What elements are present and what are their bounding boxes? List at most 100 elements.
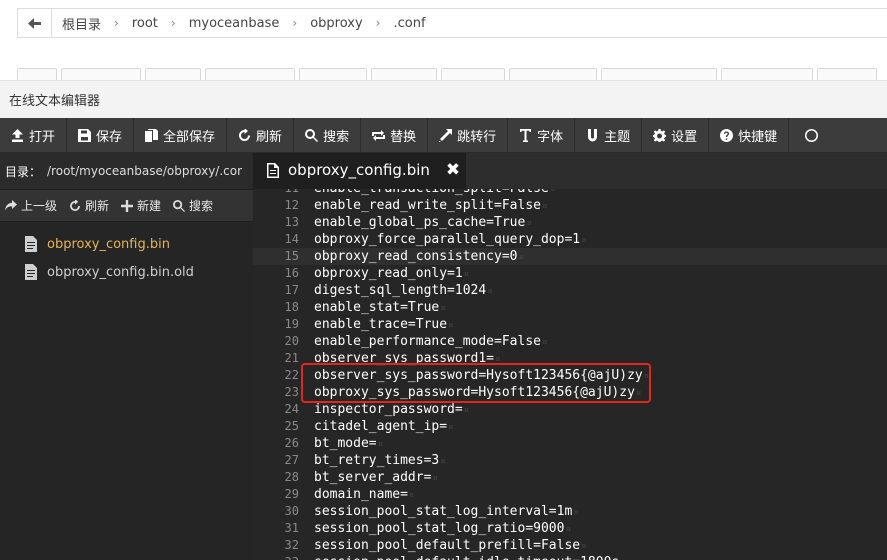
code-line[interactable]: 18 enable_stat=True¤	[253, 299, 887, 316]
file-item-obproxy-config-bin-old[interactable]: obproxy_config.bin.old	[0, 258, 253, 286]
breadcrumb-item-root[interactable]: root	[130, 16, 160, 31]
code-line[interactable]: 31 session_pool_stat_log_ratio=9000¤	[253, 520, 887, 537]
code-line[interactable]: 11 enable_transaction_split=False¤	[253, 189, 887, 197]
code-line[interactable]: 26 bt_mode=¤	[253, 435, 887, 452]
code-line-text: obproxy_read_only=1	[314, 266, 463, 281]
line-number: 33	[253, 554, 299, 560]
file-name: obproxy_config.bin.old	[47, 264, 194, 280]
goto-line-button-label: 跳转行	[457, 129, 497, 145]
search-button-label: 搜索	[323, 129, 350, 145]
code-line[interactable]: 25 citadel_agent_ip=¤	[253, 418, 887, 435]
chevron-right-icon: ›	[292, 16, 298, 30]
search-icon	[173, 199, 186, 212]
code-line-text: enable_transaction_split=False	[314, 189, 549, 196]
breadcrumb-item-conf[interactable]: .conf	[391, 16, 427, 31]
file-browser-toolbar: 上一级 刷新 新建 搜索	[0, 189, 253, 222]
code-line[interactable]: 14 obproxy_force_parallel_query_dop=1¤	[253, 231, 887, 248]
editor-tab-strip: obproxy_config.bin ✖	[253, 153, 887, 189]
code-text: session_pool_default_idle_timeout=1800s¤	[314, 554, 626, 560]
end-of-line-marker: ¤	[448, 321, 454, 331]
code-line[interactable]: 20 enable_performance_mode=False¤	[253, 333, 887, 350]
goto-line-button[interactable]: 跳转行	[428, 118, 509, 152]
save-all-button[interactable]: 全部保存	[134, 118, 228, 152]
file-item-obproxy-config-bin[interactable]: obproxy_config.bin	[0, 230, 253, 258]
tab-obproxy-config-bin[interactable]: obproxy_config.bin ✖	[253, 153, 466, 189]
close-icon[interactable]: ✖	[446, 160, 460, 180]
code-line[interactable]: 16 obproxy_read_only=1¤	[253, 265, 887, 282]
end-of-line-marker: ¤	[581, 236, 587, 246]
end-of-line-marker: ¤	[377, 440, 384, 450]
info-button[interactable]	[789, 118, 829, 152]
new-file-button[interactable]: 新建	[121, 197, 161, 214]
search-icon	[305, 128, 319, 142]
breadcrumb: 根目录 › root › myoceanbase › obproxy › .co…	[52, 14, 428, 33]
end-of-line-marker: ¤	[526, 219, 532, 229]
new-file-label: 新建	[137, 199, 162, 213]
code-line-text: citadel_agent_ip=	[314, 419, 448, 434]
chevron-right-icon: ›	[170, 16, 176, 30]
gear-icon	[653, 128, 667, 142]
theme-button[interactable]: 主题	[575, 118, 643, 152]
line-number: 30	[284, 504, 299, 518]
save-button[interactable]: 保存	[67, 118, 135, 152]
end-of-line-marker: ¤	[541, 202, 548, 212]
code-line-text: domain_name=	[314, 487, 408, 502]
code-line[interactable]: 29 domain_name=¤	[253, 486, 887, 503]
line-number: 15	[284, 249, 299, 263]
end-of-line-marker: ¤	[463, 270, 470, 280]
directory-label: 目录：	[5, 164, 42, 179]
end-of-line-marker: ¤	[408, 491, 415, 501]
editor-toolbar: 打开 保存 全部保存 刷新 搜索 替换 跳转行 字体 主题 设置 快捷键	[0, 118, 887, 153]
line-number: 24	[284, 402, 299, 416]
back-button[interactable]	[18, 9, 52, 37]
shortcuts-button[interactable]: 快捷键	[709, 118, 790, 152]
code-line[interactable]: 12 enable_read_write_split=False¤	[253, 197, 887, 214]
code-line[interactable]: 27 bt_retry_times=3¤	[253, 452, 887, 469]
settings-button[interactable]: 设置	[642, 118, 710, 152]
line-number: 23	[284, 385, 299, 399]
end-of-line-marker: ¤	[448, 423, 454, 433]
code-line[interactable]: 15 obproxy_read_consistency=0¤	[253, 248, 887, 265]
file-name: obproxy_config.bin	[47, 236, 170, 252]
code-line[interactable]: 13 enable_global_ps_cache=True¤	[253, 214, 887, 231]
code-line[interactable]: 32 session_pool_default_prefill=False¤	[253, 537, 887, 554]
open-button[interactable]: 打开	[0, 118, 68, 152]
line-number: 28	[284, 470, 299, 484]
code-line[interactable]: 17 digest_sql_length=1024¤	[253, 282, 887, 299]
editor-dialog-title: 在线文本编辑器	[0, 80, 887, 118]
line-number: 26	[284, 436, 299, 450]
code-line[interactable]: 19 enable_trace=True¤	[253, 316, 887, 333]
font-button[interactable]: 字体	[508, 118, 576, 152]
line-number: 20	[284, 334, 299, 348]
end-of-line-marker: ¤	[463, 406, 470, 416]
replace-button[interactable]: 替换	[361, 118, 429, 152]
tab-title: obproxy_config.bin	[288, 161, 430, 179]
refresh-files-label: 刷新	[85, 199, 110, 213]
search-button[interactable]: 搜索	[294, 118, 362, 152]
code-line[interactable]: 33 session_pool_default_idle_timeout=1800…	[253, 554, 887, 560]
open-button-label: 打开	[29, 129, 56, 145]
parent-dir-button[interactable]: 上一级	[5, 197, 57, 214]
code-line[interactable]: 30 session_pool_stat_log_interval=1m¤	[253, 503, 887, 520]
font-icon	[520, 128, 532, 142]
line-number: 13	[284, 215, 299, 229]
code-line[interactable]: 24 inspector_password=¤	[253, 401, 887, 418]
code-line-text: enable_read_write_split=False	[314, 198, 541, 213]
search-files-button[interactable]: 搜索	[173, 197, 213, 214]
refresh-button[interactable]: 刷新	[227, 118, 295, 152]
line-number: 17	[284, 283, 299, 297]
settings-button-label: 设置	[671, 129, 698, 145]
file-browser-panel: 目录： /root/myoceanbase/obproxy/.cor 上一级 刷…	[0, 153, 253, 560]
refresh-files-button[interactable]: 刷新	[69, 197, 109, 214]
line-number: 18	[284, 300, 299, 314]
directory-path: 目录： /root/myoceanbase/obproxy/.cor	[0, 153, 253, 189]
line-number: 27	[284, 453, 299, 467]
line-number: 21	[284, 351, 299, 365]
breadcrumb-item-obproxy[interactable]: obproxy	[308, 16, 364, 31]
breadcrumb-item-root-dir[interactable]: 根目录	[60, 14, 103, 33]
highlight-annotation-box	[301, 363, 651, 403]
breadcrumb-item-myoceanbase[interactable]: myoceanbase	[187, 16, 282, 31]
line-number: 14	[284, 232, 299, 246]
code-line[interactable]: 28 bt_server_addr=¤	[253, 469, 887, 486]
end-of-line-marker: ¤	[440, 457, 446, 467]
